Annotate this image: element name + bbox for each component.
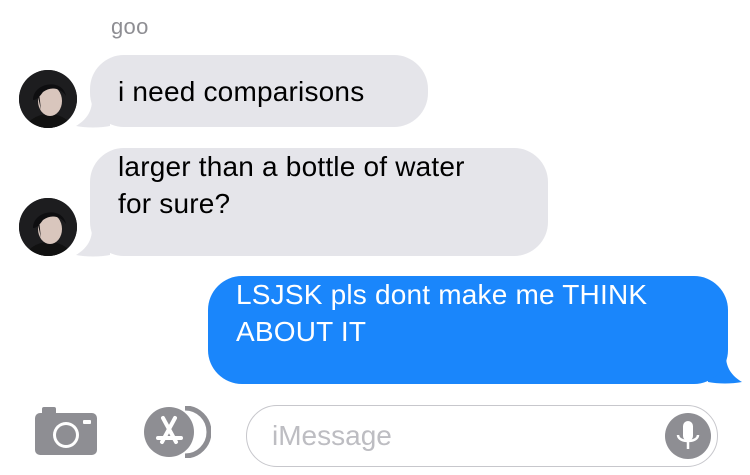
message-text-line: larger than a bottle of water bbox=[118, 151, 465, 182]
sender-name: goo bbox=[111, 14, 149, 39]
message-text-line: ABOUT IT bbox=[236, 316, 367, 347]
message-bubble-incoming[interactable]: larger than a bottle of water for sure? bbox=[90, 148, 548, 256]
camera-icon[interactable] bbox=[33, 405, 101, 457]
message-bubble-outgoing[interactable]: LSJSK pls dont make me THINK ABOUT IT bbox=[208, 276, 728, 384]
app-store-icon[interactable] bbox=[141, 405, 212, 459]
message-text-line: LSJSK pls dont make me THINK bbox=[236, 279, 648, 310]
message-placeholder: iMessage bbox=[272, 420, 392, 451]
message-text-line: for sure? bbox=[118, 188, 231, 219]
message-bubble-incoming[interactable]: i need comparisons bbox=[90, 55, 428, 127]
message-input[interactable]: iMessage bbox=[246, 405, 718, 467]
avatar[interactable] bbox=[19, 198, 77, 256]
message-text: i need comparisons bbox=[118, 75, 365, 107]
microphone-icon[interactable] bbox=[665, 413, 711, 459]
avatar[interactable] bbox=[19, 70, 77, 128]
